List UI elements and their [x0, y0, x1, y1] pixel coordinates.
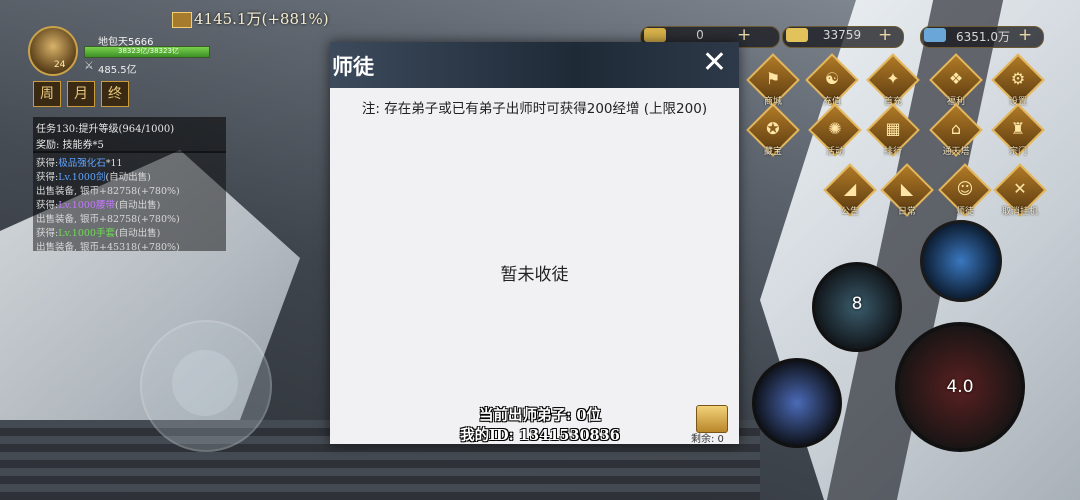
menu-glyph-icon: ◢ — [843, 179, 857, 198]
resource-ingot-plus-button[interactable]: + — [737, 25, 751, 45]
log-line: 出售装备, 银币+82758(+780%) — [36, 214, 180, 225]
menu-glyph-icon: ⚑ — [765, 69, 781, 88]
quest-task: 任务130:提升等级(964/1000) — [36, 124, 175, 135]
joystick-knob[interactable] — [172, 350, 238, 416]
menu-glyph-icon: ✪ — [766, 119, 780, 138]
menu-glyph-icon: ❖ — [948, 69, 964, 88]
period-week-button[interactable]: 周 — [33, 81, 61, 107]
resource-gold-value: 33759 — [822, 28, 862, 42]
graduated-disciples-count: 当前出师弟子: 0位 — [479, 407, 601, 424]
log-line: 出售装备, 银币+82758(+780%) — [36, 186, 180, 197]
menu-glyph-icon: ⌂ — [950, 119, 962, 138]
skill-lightning-button[interactable] — [920, 220, 1002, 302]
close-icon[interactable]: ✕ — [702, 48, 727, 78]
menu-glyph-icon: ✦ — [886, 69, 900, 88]
menu-label[interactable]: 排行 — [863, 144, 923, 157]
menu-label[interactable]: 师徒 — [935, 204, 995, 217]
menu-label[interactable]: 公告 — [820, 204, 880, 217]
resource-silver-plus-button[interactable]: + — [1018, 25, 1032, 45]
period-month-button[interactable]: 月 — [67, 81, 95, 107]
menu-glyph-icon: ☯ — [824, 69, 840, 88]
menu-glyph-icon: ☺ — [956, 179, 974, 198]
menu-label[interactable]: 藏宝 — [743, 144, 803, 157]
skill-cooldown-text: 8 — [851, 294, 863, 314]
top-gold-amount: 4145.1万(+881%) — [194, 10, 329, 28]
master-disciple-dialog: 师徒 ✕ 注: 存在弟子或已有弟子出师时可获得200经增 (上限200) 暂未收… — [330, 42, 739, 445]
player-level: 24 — [54, 60, 66, 70]
resource-ingot-value: 0 — [696, 28, 704, 42]
menu-glyph-icon: ✕ — [1013, 179, 1027, 198]
player-avatar[interactable] — [28, 26, 78, 76]
menu-label[interactable]: 活动 — [805, 144, 865, 157]
gold-chest-icon — [172, 12, 192, 28]
log-line: 获得:Lv.1000剑(自动出售) — [36, 172, 151, 183]
gold-bar-icon — [786, 28, 808, 42]
log-line: 获得:Lv.1000腰带(自动出售) — [36, 200, 161, 211]
dialog-header: 师徒 ✕ — [330, 42, 739, 88]
menu-glyph-icon: ◣ — [900, 179, 914, 198]
ingot-icon — [644, 28, 666, 42]
menu-label[interactable]: 通天塔 — [926, 144, 986, 157]
silver-coin-icon — [924, 28, 946, 42]
log-line: 获得:Lv.1000手套(自动出售) — [36, 228, 161, 239]
combat-power: 485.5亿 — [98, 65, 137, 76]
menu-glyph-icon: ▦ — [885, 119, 901, 138]
menu-glyph-icon: ⚙ — [1010, 69, 1026, 88]
menu-glyph-icon: ♜ — [1010, 119, 1026, 138]
menu-glyph-icon: ✺ — [828, 119, 842, 138]
menu-label[interactable]: 日常 — [877, 204, 937, 217]
my-id: 我的ID: 1341530836 — [460, 427, 620, 444]
crossed-swords-icon: ⚔ — [84, 59, 94, 72]
menu-label[interactable]: 取消挂机 — [990, 204, 1050, 217]
attack-cooldown-text: 4.0 — [946, 377, 974, 397]
hp-text: 38323亿/38323亿 — [118, 47, 179, 55]
empty-state-text: 暂未收徒 — [500, 265, 569, 285]
log-line: 获得:极品强化石*11 — [36, 158, 123, 169]
dialog-title: 师徒 — [332, 54, 374, 79]
quest-reward: 奖励: 技能券*5 — [36, 140, 104, 151]
menu-label[interactable]: 宗门 — [988, 144, 1048, 157]
resource-gold-plus-button[interactable]: + — [878, 25, 892, 45]
resource-silver-value: 6351.0万 — [956, 30, 1010, 44]
dialog-note: 注: 存在弟子或已有弟子出师时可获得200经增 (上限200) — [361, 101, 708, 117]
log-line: 出售装备, 银币+45318(+780%) — [36, 242, 180, 253]
period-final-button[interactable]: 终 — [101, 81, 129, 107]
